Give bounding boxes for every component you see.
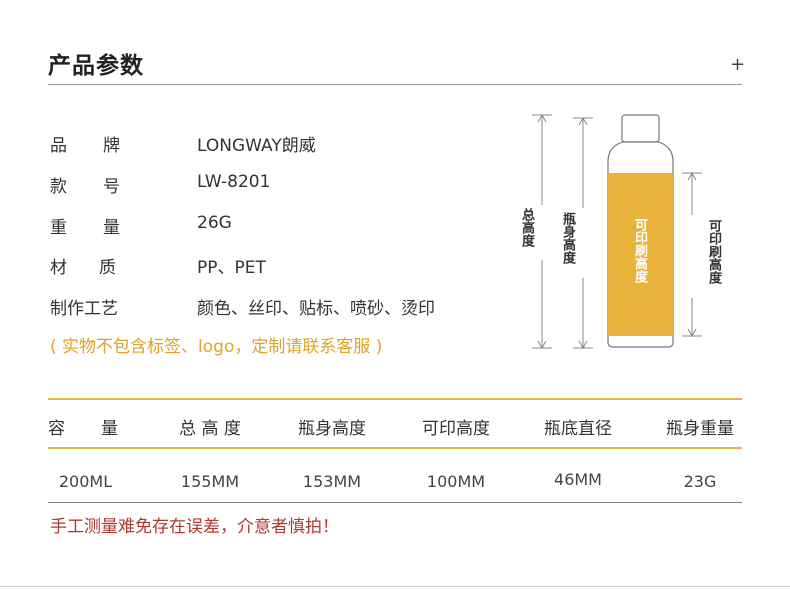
table-header-cell: 可印高度 [422,419,490,439]
table-cell: 100MM [426,472,486,491]
expand-plus-icon[interactable]: + [730,54,745,75]
table-cell: 23G [683,472,717,491]
table-cell: 155MM [180,472,240,491]
spec-value-weight: 26G [197,213,232,233]
measurement-warning: 手工测量难免存在误差，介意者慎拍！ [50,517,339,537]
label-note: ( 实物不包含标签、logo，定制请联系客服 ) [50,337,383,357]
table-header-cell: 瓶身重量 [666,419,734,439]
spec-label-craft: 制作工艺 [50,299,118,319]
table-cell: 46MM [554,470,602,489]
table-header-cell: 瓶身高度 [298,419,366,439]
table-header-cell: 瓶底直径 [544,419,612,439]
print-area-label: 可印刷高度 [632,218,647,283]
spec-label-brand: 品牌 [50,136,120,156]
total-height-dimension [532,113,552,350]
spec-label-material: 材质 [50,258,116,278]
table-cell: 200ML [58,472,113,491]
table-header-border [48,447,742,449]
spec-value-brand: LONGWAY朗威 [197,136,316,156]
body-height-dimension [573,116,593,350]
spec-value-material: PP、PET [197,258,266,278]
spec-label-weight: 重量 [50,218,120,238]
total-height-label: 总高度 [519,208,534,247]
footer-divider [0,586,790,587]
spec-value-craft: 颜色、丝印、贴标、喷砂、烫印 [197,299,435,319]
table-bottom-border [48,502,742,503]
table-header-cell: 容量 [48,419,118,439]
page-title: 产品参数 [48,53,144,79]
print-height-label: 可印刷高度 [706,219,721,284]
table-header-cell: 总 高 度 [179,419,241,439]
header-divider [48,84,742,85]
body-height-label: 瓶身高度 [560,212,575,264]
table-top-border [48,398,742,400]
table-cell: 153MM [302,472,362,491]
spec-value-model: LW-8201 [197,172,271,192]
print-height-dimension [682,171,702,338]
spec-label-model: 款号 [50,177,120,197]
bottle-diagram [532,113,702,350]
